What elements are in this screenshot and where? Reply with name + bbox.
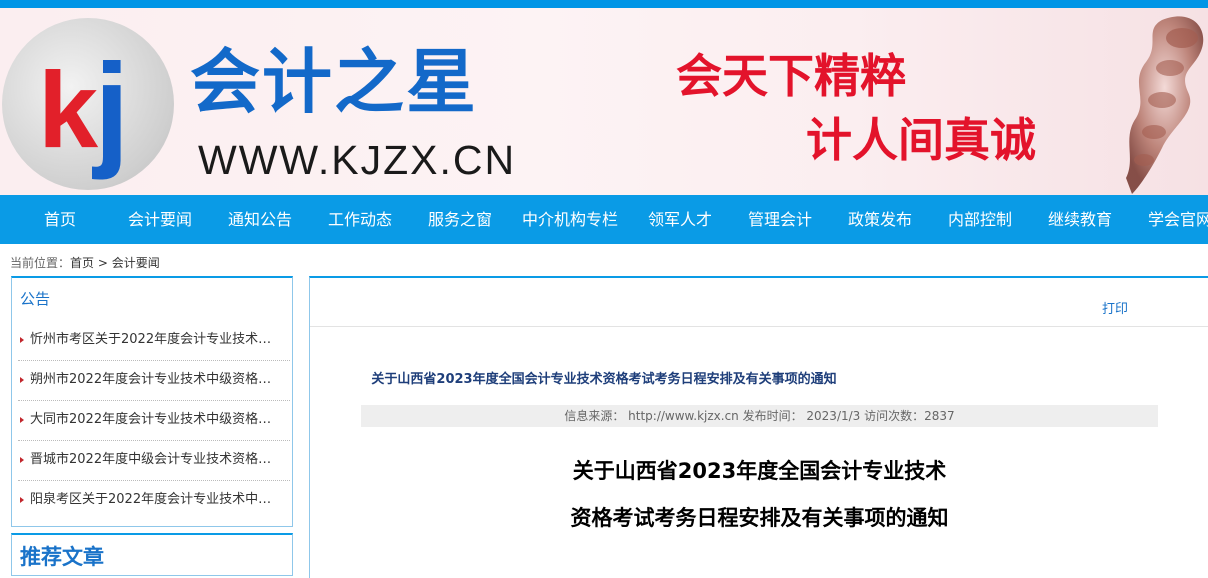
header-banner: k j 会计之星 WWW.KJZX.CN 会天下精粹 计人间真诚 xyxy=(0,8,1208,195)
bullet-arrow-icon xyxy=(20,496,24,503)
nav-item-work-news[interactable]: 工作动态 xyxy=(328,195,392,244)
notice-item-text: 大同市2022年度会计专业技术中级资格考试 xyxy=(30,412,284,427)
notice-item[interactable]: 大同市2022年度会计专业技术中级资格考试 xyxy=(18,400,290,441)
nav-item-service[interactable]: 服务之窗 xyxy=(428,195,492,244)
nav-item-talent[interactable]: 领军人才 xyxy=(648,195,712,244)
recommend-box: 推荐文章 xyxy=(11,533,293,576)
recommend-box-title: 推荐文章 xyxy=(20,545,104,569)
bullet-arrow-icon xyxy=(20,336,24,343)
breadcrumb-prefix: 当前位置： xyxy=(10,256,71,270)
article-heading-line2: 资格考试考务日程安排及有关事项的通知 xyxy=(570,506,949,530)
notice-item-text: 忻州市考区关于2022年度会计专业技术中级资格考试 xyxy=(30,332,284,347)
top-accent-bar xyxy=(0,0,1208,8)
notice-item[interactable]: 晋城市2022年度中级会计专业技术资格考试 xyxy=(18,440,290,481)
nav-item-management-accounting[interactable]: 管理会计 xyxy=(748,195,812,244)
site-url: WWW.KJZX.CN xyxy=(198,137,517,183)
breadcrumb-current[interactable]: 会计要闻 xyxy=(112,256,160,270)
nav-item-notices[interactable]: 通知公告 xyxy=(228,195,292,244)
article-info-bar: 信息来源： http://www.kjzx.cn 发布时间： 2023/1/3 … xyxy=(361,405,1158,427)
site-name: 会计之星 xyxy=(190,41,478,123)
notice-item[interactable]: 忻州市考区关于2022年度会计专业技术中级资格考试 xyxy=(18,320,290,361)
article-toolbar: 打印 xyxy=(310,278,1208,327)
article-heading-line1: 关于山西省2023年度全国会计专业技术 xyxy=(572,459,947,483)
notice-box-title: 公告 xyxy=(20,290,51,308)
bullet-arrow-icon xyxy=(20,456,24,463)
notice-item-text: 阳泉考区关于2022年度会计专业技术中级资格考试 xyxy=(30,492,284,507)
shell-decoration-icon xyxy=(1126,16,1204,194)
logo-k: k xyxy=(38,49,98,170)
article-panel: 打印 xyxy=(309,276,1208,578)
nav-item-society[interactable]: 学会官网 xyxy=(1148,195,1208,244)
slogan-line1: 会天下精粹 xyxy=(676,49,906,103)
breadcrumb: 当前位置：首页 > 会计要闻 xyxy=(10,255,160,271)
nav-item-accounting-news[interactable]: 会计要闻 xyxy=(128,195,192,244)
notice-item[interactable]: 阳泉考区关于2022年度会计专业技术中级资格考试 xyxy=(18,480,290,520)
logo-j: j xyxy=(94,38,130,181)
nav-item-education[interactable]: 继续教育 xyxy=(1048,195,1112,244)
breadcrumb-home[interactable]: 首页 xyxy=(70,256,94,270)
notice-box: 公告 忻州市考区关于2022年度会计专业技术中级资格考试 朔州市2022年度会计… xyxy=(11,276,293,527)
main-nav: 首页 会计要闻 通知公告 工作动态 服务之窗 中介机构专栏 领军人才 管理会计 … xyxy=(0,195,1208,244)
nav-item-policy[interactable]: 政策发布 xyxy=(848,195,912,244)
print-link[interactable]: 打印 xyxy=(1102,298,1128,317)
nav-item-agencies[interactable]: 中介机构专栏 xyxy=(522,195,618,244)
nav-item-internal-control[interactable]: 内部控制 xyxy=(948,195,1012,244)
notice-item-text: 晋城市2022年度中级会计专业技术资格考试 xyxy=(30,452,284,467)
nav-item-home[interactable]: 首页 xyxy=(44,195,76,244)
breadcrumb-separator: > xyxy=(94,256,112,270)
bullet-arrow-icon xyxy=(20,416,24,423)
article-list-title: 关于山西省2023年度全国会计专业技术资格考试考务日程安排及有关事项的通知 xyxy=(371,372,837,387)
logo-circle[interactable]: k j xyxy=(2,18,174,190)
slogan-line2: 计人间真诚 xyxy=(806,113,1036,167)
